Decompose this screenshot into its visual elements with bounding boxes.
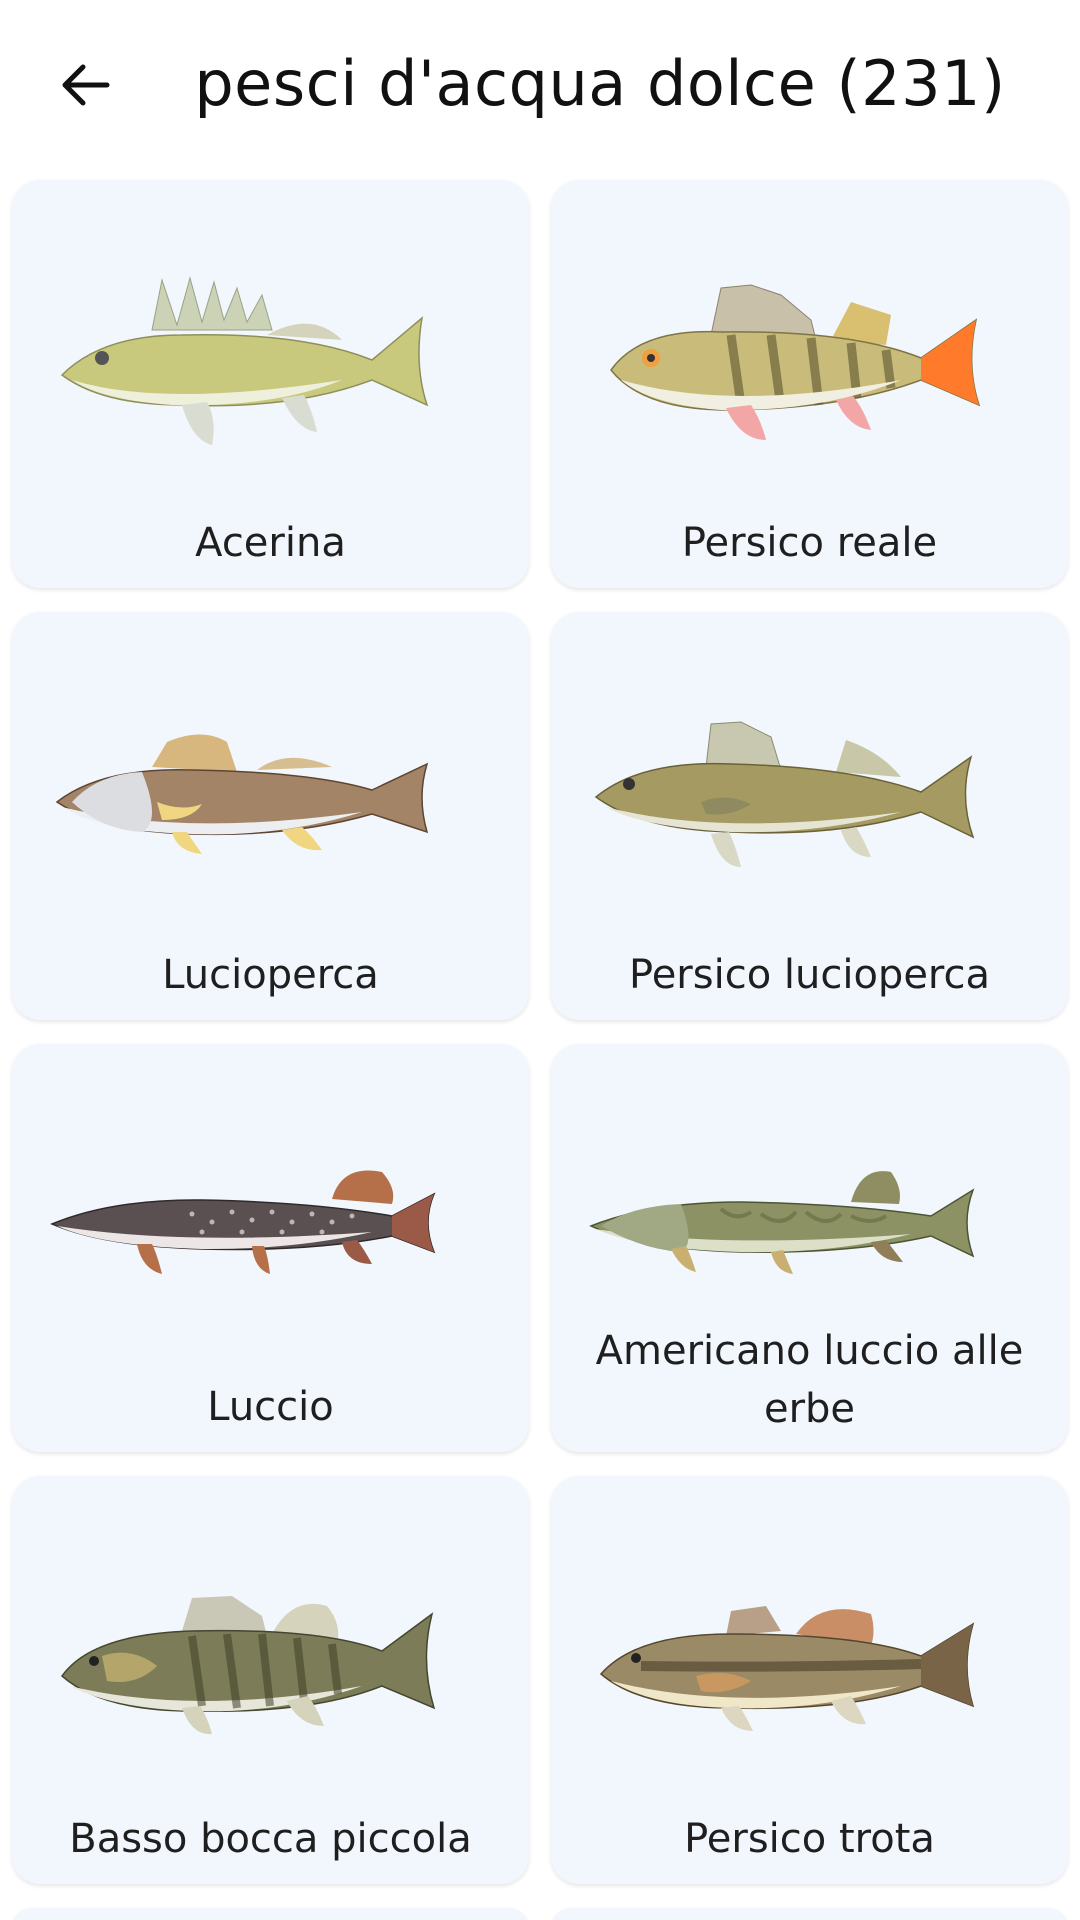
page-title: pesci d'acqua dolce (231) [194,47,1006,120]
fish-card-persico-reale[interactable]: Persico reale [551,180,1068,588]
fish-grid: Acerina Persico reale Lucioperca Persico… [12,180,1068,1920]
fish-card-next-row-left[interactable] [12,1908,529,1920]
fish-name: Lucioperca [162,952,379,998]
fish-illustration [60,276,429,445]
fish-card-basso-bocca-piccola[interactable]: Basso bocca piccola [12,1476,529,1884]
fish-card-lucioperca[interactable]: Lucioperca [12,612,529,1020]
fish-illustration [60,1596,436,1735]
fish-name: Luccio [207,1384,334,1430]
top-app-bar: pesci d'acqua dolce (231) [0,0,1080,170]
arrow-left-icon [62,64,110,106]
back-button[interactable] [40,40,130,130]
fish-name: Acerina [195,520,346,566]
fish-illustration [610,284,981,440]
fish-illustration [589,1171,975,1274]
fish-illustration [599,1606,975,1731]
fish-illustration [55,734,429,854]
fish-name: Basso bocca piccola [69,1816,472,1862]
fish-card-persico-lucioperca[interactable]: Persico lucioperca [551,612,1068,1020]
fish-card-americano-luccio-alle-erbe[interactable]: Americano luccio alle erbe [551,1044,1068,1452]
fish-card-persico-trota[interactable]: Persico trota [551,1476,1068,1884]
fish-name: Persico lucioperca [629,952,990,998]
fish-card-next-row-right[interactable] [551,1908,1068,1920]
fish-illustration [594,721,975,867]
fish-name: Persico reale [681,520,938,566]
fish-illustration [50,1170,436,1274]
fish-card-acerina[interactable]: Acerina [12,180,529,588]
fish-name: Americano luccio alle erbe [595,1328,1024,1432]
fish-name: Persico trota [684,1816,935,1862]
app-screen: pesci d'acqua dolce (231) Acerina Persic… [0,0,1080,1920]
fish-card-luccio[interactable]: Luccio [12,1044,529,1452]
